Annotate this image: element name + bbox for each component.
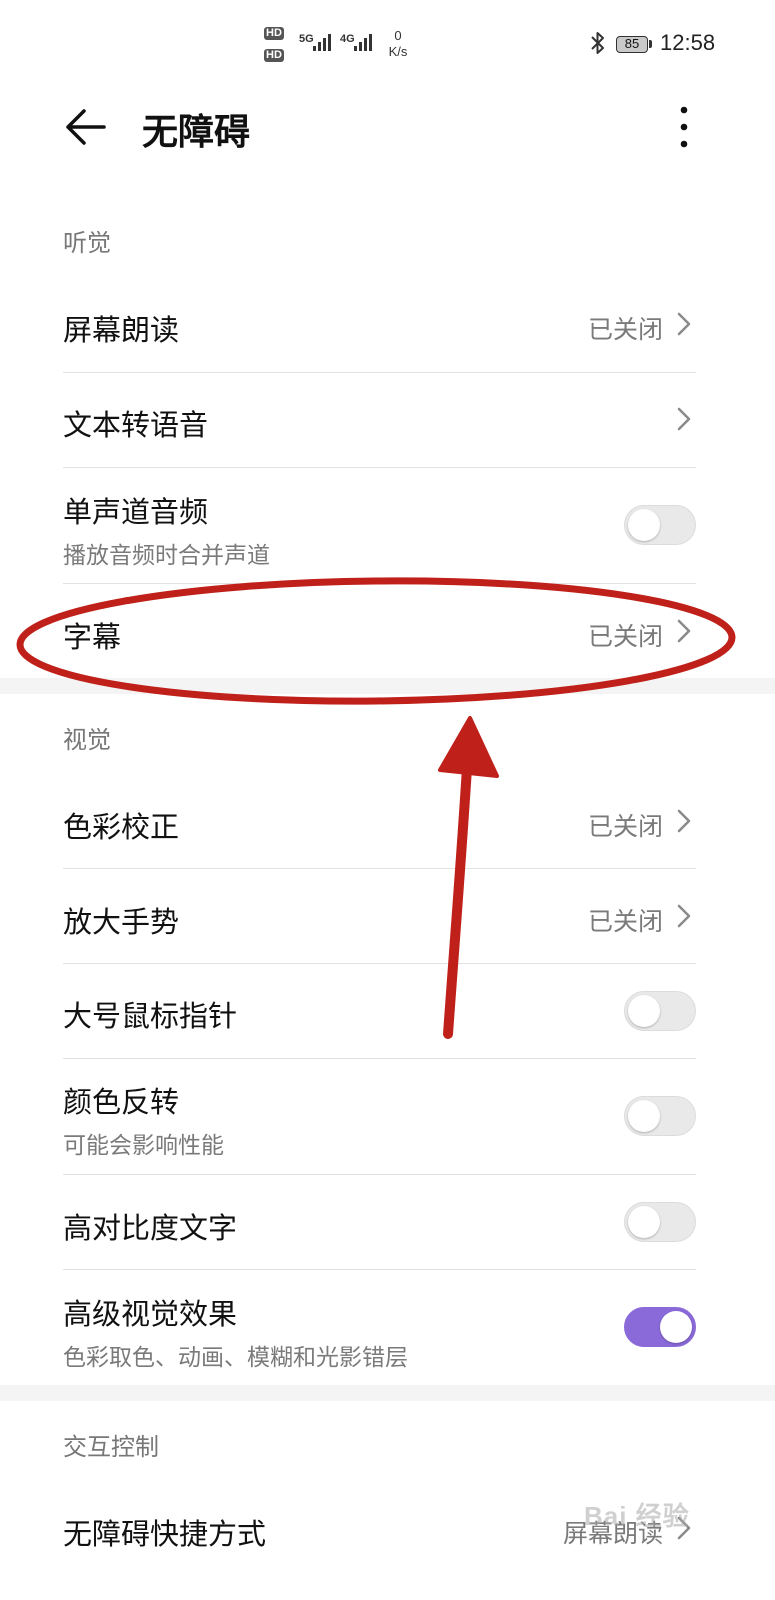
annotation-arrowhead [438,716,499,778]
list-item-mono-audio[interactable]: 单声道音频 播放音频时合并声道 [0,468,775,583]
list-item-color-correction[interactable]: 色彩校正 已关闭 [0,774,775,868]
list-item-large-pointer[interactable]: 大号鼠标指针 [0,964,775,1058]
list-item-advanced-visual-effects[interactable]: 高级视觉效果 色彩取色、动画、模糊和光影错层 [0,1270,775,1385]
large-pointer-toggle[interactable] [624,991,696,1031]
list-item-status: 已关闭 [587,812,663,841]
chevron-right-icon [677,904,691,928]
list-item-subtitle: 播放音频时合并声道 [63,543,270,569]
battery-icon: 85 [616,36,648,53]
list-item-title: 单声道音频 [63,495,209,529]
network-type-1: 5G [299,33,314,45]
high-contrast-text-toggle[interactable] [624,1202,696,1242]
section-header-interaction: 交互控制 [63,1433,159,1461]
watermark: Bai 经验 [584,1501,690,1531]
list-item-subtitle: 色彩取色、动画、模糊和光影错层 [63,1345,408,1371]
network-speed-unit: K/s [388,44,408,59]
list-item-screen-reader[interactable]: 屏幕朗读 已关闭 [0,278,775,372]
chevron-right-icon [677,407,691,431]
mono-audio-toggle[interactable] [624,505,696,545]
section-gap [0,678,775,694]
battery-tip [649,40,652,48]
list-item-title: 无障碍快捷方式 [63,1517,267,1551]
list-item-captions[interactable]: 字幕 已关闭 [0,584,775,678]
list-item-title: 屏幕朗读 [63,313,180,347]
list-item-title: 文本转语音 [63,408,209,442]
list-item-text-to-speech[interactable]: 文本转语音 [0,373,775,467]
list-item-title: 高对比度文字 [63,1211,238,1245]
chevron-right-icon [677,809,691,833]
list-item-title: 色彩校正 [63,810,180,844]
advanced-visual-effects-toggle[interactable] [624,1307,696,1347]
list-item-high-contrast-text[interactable]: 高对比度文字 [0,1175,775,1269]
page-title: 无障碍 [142,112,251,153]
network-speed: 0 K/s [386,28,410,60]
network-speed-value: 0 [394,28,402,43]
status-bar: HD HD 5G 4G 0 K/s 85 12:58 [0,0,775,90]
chevron-right-icon [677,619,691,643]
list-item-title: 大号鼠标指针 [63,999,238,1033]
chevron-right-icon [677,312,691,336]
list-item-magnification-gesture[interactable]: 放大手势 已关闭 [0,869,775,963]
list-item-title: 高级视觉效果 [63,1297,238,1331]
back-arrow-icon[interactable] [62,104,108,150]
bluetooth-icon [591,32,604,54]
section-header-hearing: 听觉 [63,229,111,257]
section-gap [0,1385,775,1401]
signal-icon-2 [354,34,372,51]
list-item-title: 颜色反转 [63,1085,180,1119]
hd-badge-2: HD [264,49,284,62]
network-type-2: 4G [340,33,355,45]
status-time: 12:58 [660,30,716,55]
color-inversion-toggle[interactable] [624,1096,696,1136]
list-item-subtitle: 可能会影响性能 [63,1133,224,1159]
list-item-title: 字幕 [63,620,122,654]
list-item-color-inversion[interactable]: 颜色反转 可能会影响性能 [0,1059,775,1174]
list-item-status: 已关闭 [587,315,663,344]
list-item-title: 放大手势 [63,905,180,939]
section-header-vision: 视觉 [63,726,111,754]
list-item-status: 已关闭 [587,907,663,936]
list-item-status: 已关闭 [587,622,663,651]
hd-badge-1: HD [264,27,284,40]
more-options-icon[interactable] [670,104,698,150]
signal-icon [313,34,331,51]
